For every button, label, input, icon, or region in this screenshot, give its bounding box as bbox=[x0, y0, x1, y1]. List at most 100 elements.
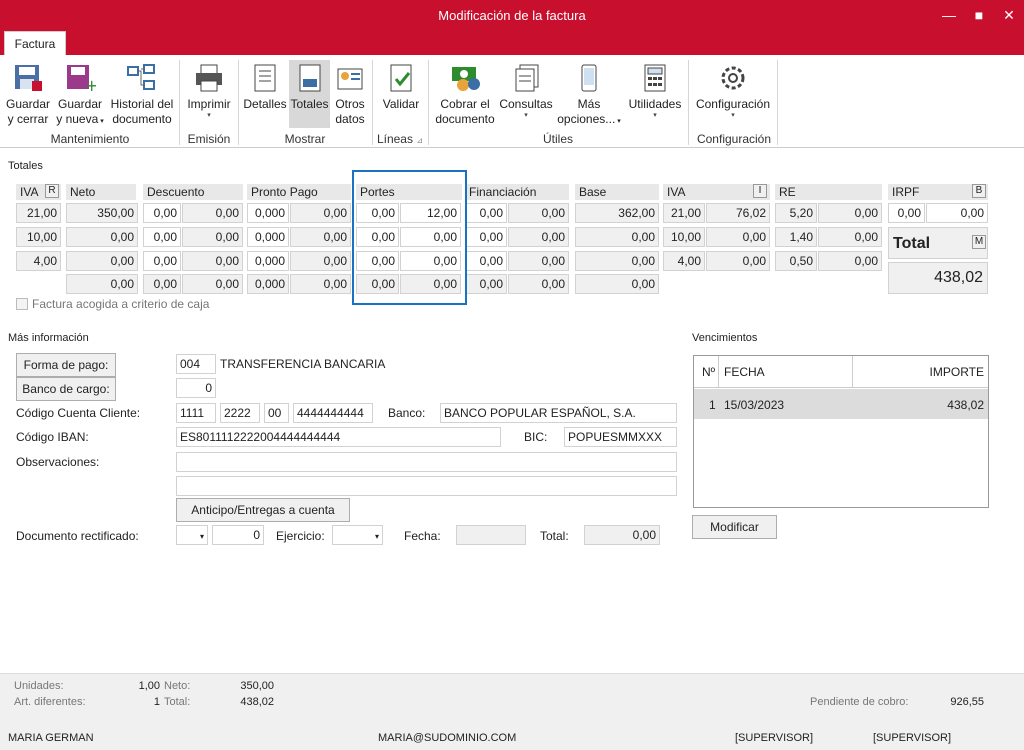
re-cuota-3: 0,00 bbox=[818, 251, 882, 271]
venc-fecha: 15/03/2023 bbox=[724, 398, 785, 412]
descuento-pct-1[interactable]: 0,00 bbox=[143, 203, 181, 223]
iva-pct-2: 10,00 bbox=[663, 227, 705, 247]
utilities-button[interactable]: Utilidades ▾ bbox=[626, 60, 684, 120]
pronto-pct-2[interactable]: 0,000 bbox=[247, 227, 289, 247]
pendiente-value: 926,55 bbox=[950, 696, 984, 708]
re-cuota-1: 0,00 bbox=[818, 203, 882, 223]
other-data-button[interactable]: Otros datos bbox=[332, 60, 368, 127]
ccc-oficina[interactable]: 2222 bbox=[220, 403, 260, 423]
base-1: 362,00 bbox=[575, 203, 659, 223]
banco-field[interactable]: BANCO POPULAR ESPAÑOL, S.A. bbox=[440, 403, 677, 423]
anticipo-button[interactable]: Anticipo/Entregas a cuenta bbox=[176, 498, 350, 522]
re-pct-2: 1,40 bbox=[775, 227, 817, 247]
vencimientos-header: Nº FECHA IMPORTE bbox=[694, 356, 988, 388]
doc-rectificado-serie-select[interactable]: ▾ bbox=[176, 525, 208, 545]
bic-field[interactable]: POPUESMMXXX bbox=[564, 427, 677, 447]
maximize-button[interactable]: ■ bbox=[966, 4, 992, 26]
col-fecha: FECHA bbox=[724, 365, 765, 379]
venc-importe: 438,02 bbox=[947, 398, 984, 412]
doc-rectificado-numero[interactable]: 0 bbox=[212, 525, 264, 545]
totals-icon bbox=[294, 63, 326, 93]
totals-button[interactable]: Totales bbox=[289, 60, 330, 128]
pendiente-label: Pendiente de cobro: bbox=[810, 696, 909, 708]
total-rect-field: 0,00 bbox=[584, 525, 660, 545]
ejercicio-select[interactable]: ▾ bbox=[332, 525, 383, 545]
save-close-button[interactable]: Guardar y cerrar bbox=[4, 60, 52, 127]
more-options-button[interactable]: Más opciones... ▾ bbox=[556, 60, 622, 129]
ccc-cuenta[interactable]: 4444444444 bbox=[293, 403, 373, 423]
iva-pct-1: 21,00 bbox=[663, 203, 705, 223]
group-label-mantenimiento: Mantenimiento bbox=[50, 132, 130, 146]
iva-rate-2: 10,00 bbox=[16, 227, 61, 247]
configuration-button[interactable]: Configuración ▾ bbox=[694, 60, 772, 120]
observaciones-field-1[interactable] bbox=[176, 452, 677, 472]
ccc-entidad[interactable]: 1111 bbox=[176, 403, 216, 423]
col-n: Nº bbox=[702, 365, 716, 379]
observaciones-field-2[interactable] bbox=[176, 476, 677, 496]
close-button[interactable]: ✕ bbox=[996, 4, 1022, 26]
criterio-caja-checkbox[interactable] bbox=[16, 298, 28, 310]
iva-r-button[interactable]: R bbox=[45, 184, 59, 198]
neto-value: 350,00 bbox=[240, 680, 274, 692]
print-button[interactable]: Imprimir ▾ bbox=[185, 60, 233, 120]
descuento-importe-2: 0,00 bbox=[182, 227, 243, 247]
window-title: Modificación de la factura bbox=[438, 8, 586, 23]
forma-pago-button[interactable]: Forma de pago: bbox=[16, 353, 116, 377]
history-button[interactable]: Historial del documento bbox=[108, 60, 176, 127]
financiacion-importe-total: 0,00 bbox=[508, 274, 569, 294]
neto-label: Neto: bbox=[164, 680, 191, 692]
details-button[interactable]: Detalles bbox=[243, 60, 287, 112]
save-new-button[interactable]: + Guardar y nueva ▾ bbox=[55, 60, 105, 129]
irpf-importe[interactable]: 0,00 bbox=[926, 203, 988, 223]
status-role-2: [SUPERVISOR] bbox=[873, 732, 952, 744]
financiacion-importe-2: 0,00 bbox=[508, 227, 569, 247]
group-label-configuracion: Configuración bbox=[696, 132, 772, 146]
collect-button[interactable]: Cobrar el documento bbox=[434, 60, 496, 127]
status-total-value: 438,02 bbox=[240, 696, 274, 708]
financiacion-pct-3[interactable]: 0,00 bbox=[465, 251, 507, 271]
reports-button[interactable]: Consultas ▾ bbox=[498, 60, 554, 120]
forma-pago-code[interactable]: 004 bbox=[176, 354, 216, 374]
save-new-icon: + bbox=[64, 63, 98, 95]
total-m-button[interactable]: M bbox=[972, 235, 986, 249]
descuento-pct-3[interactable]: 0,00 bbox=[143, 251, 181, 271]
neto-total: 0,00 bbox=[66, 274, 138, 294]
banco-cargo-button[interactable]: Banco de cargo: bbox=[16, 377, 116, 401]
banco-label: Banco: bbox=[388, 406, 426, 420]
financiacion-pct-2[interactable]: 0,00 bbox=[465, 227, 507, 247]
minimize-button[interactable]: — bbox=[936, 4, 962, 26]
modificar-button[interactable]: Modificar bbox=[692, 515, 777, 539]
unidades-label: Unidades: bbox=[14, 680, 64, 692]
iva-i-button[interactable]: I bbox=[753, 184, 767, 198]
ccc-dc[interactable]: 00 bbox=[264, 403, 289, 423]
group-label-emision: Emisión bbox=[187, 132, 231, 146]
base-total: 0,00 bbox=[575, 274, 659, 294]
base-2: 0,00 bbox=[575, 227, 659, 247]
doc-rectificado-label: Documento rectificado: bbox=[16, 529, 139, 543]
descuento-importe-total: 0,00 bbox=[182, 274, 243, 294]
descuento-pct-2[interactable]: 0,00 bbox=[143, 227, 181, 247]
iva-cuota-3: 0,00 bbox=[706, 251, 770, 271]
neto-1: 350,00 bbox=[66, 203, 138, 223]
banco-cargo-field[interactable]: 0 bbox=[176, 378, 216, 398]
pronto-pct-total: 0,000 bbox=[247, 274, 289, 294]
validate-button[interactable]: Validar bbox=[378, 60, 424, 112]
col-importe: IMPORTE bbox=[929, 365, 984, 379]
tab-factura[interactable]: Factura bbox=[4, 31, 66, 55]
table-row[interactable]: 1 15/03/2023 438,02 bbox=[694, 389, 988, 419]
irpf-b-button[interactable]: B bbox=[972, 184, 986, 198]
status-user: MARIA GERMAN bbox=[8, 732, 94, 744]
group-label-utiles: Útiles bbox=[542, 132, 573, 146]
financiacion-importe-1: 0,00 bbox=[508, 203, 569, 223]
neto-2: 0,00 bbox=[66, 227, 138, 247]
total-value: 438,02 bbox=[888, 262, 988, 294]
iban-label: Código IBAN: bbox=[16, 430, 89, 444]
financiacion-pct-1[interactable]: 0,00 bbox=[465, 203, 507, 223]
header-re: RE bbox=[775, 184, 882, 200]
pronto-pct-1[interactable]: 0,000 bbox=[247, 203, 289, 223]
iva-cuota-2: 0,00 bbox=[706, 227, 770, 247]
irpf-pct[interactable]: 0,00 bbox=[888, 203, 925, 223]
base-3: 0,00 bbox=[575, 251, 659, 271]
pronto-pct-3[interactable]: 0,000 bbox=[247, 251, 289, 271]
iban-field[interactable]: ES8011112222004444444444 bbox=[176, 427, 501, 447]
